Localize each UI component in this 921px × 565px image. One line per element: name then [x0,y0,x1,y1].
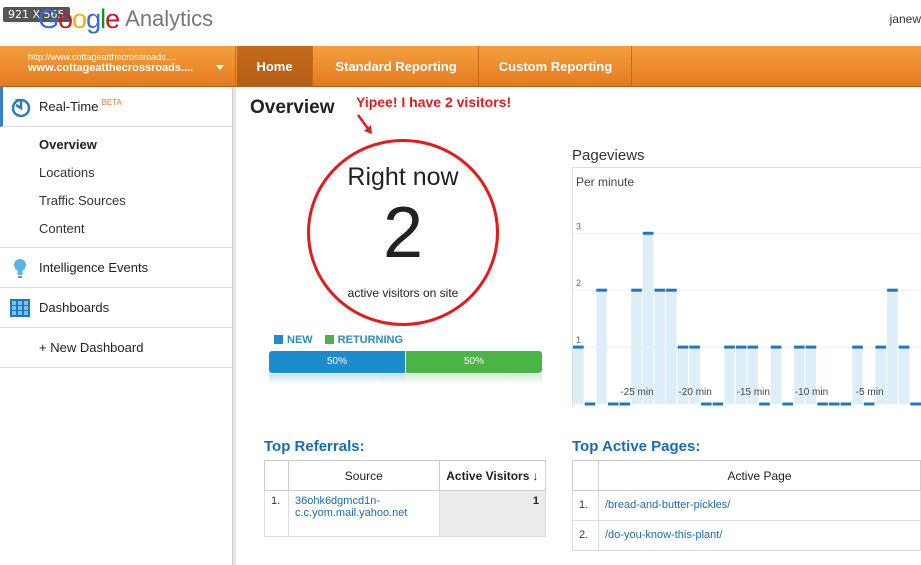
page-title: Overview [250,97,335,118]
google-analytics-logo[interactable]: Google Analytics [38,4,213,35]
x-tick-label: -10 min [795,387,828,398]
table-row: 2. /do-you-know-this-plant/ [572,520,921,551]
tab-home[interactable]: Home [237,46,313,87]
lightbulb-icon [14,259,26,278]
account-selector[interactable]: http://www.cottageatthecrossroads.... ww… [0,46,236,87]
user-account-name[interactable]: janew [890,12,921,26]
active-visitors-label: active visitors on site [347,286,459,300]
x-tick-label: -5 min [856,387,884,398]
table-header-active-page[interactable]: Active Page [598,460,921,491]
account-name: www.cottageatthecrossroads.... [28,62,194,74]
chevron-down-icon[interactable] [216,65,224,70]
pageview-bar[interactable] [596,290,607,404]
visitor-type-legend: NEW RETURNING [274,334,403,346]
referral-source-link[interactable]: 36ohk6dgmcd1n-c.c.yom.mail.yahoo.net [287,490,440,537]
new-visitors-segment: 50% [269,351,405,373]
pageview-bar[interactable] [654,290,666,404]
referral-visitors-value: 1 [438,490,547,537]
pageview-bar[interactable] [898,347,910,404]
main-nav-bar: http://www.cottageatthecrossroads.... ww… [0,46,921,87]
tab-standard-reporting[interactable]: Standard Reporting [314,46,479,87]
sidebar-item-traffic-sources[interactable]: Traffic Sources [0,187,232,215]
main-content: Overview Yipee! I have 2 visitors! Right… [238,87,921,565]
realtime-clock-icon [11,98,31,118]
sidebar-resize-handle[interactable] [233,87,236,565]
annotation-text: Yipee! I have 2 visitors! [356,94,512,110]
table-header-number [572,460,599,491]
top-active-pages-table: Active Page 1. /bread-and-butter-pickles… [572,460,921,551]
legend-new: NEW [274,334,313,346]
visitor-split-bar: 50% 50% [269,351,542,373]
pageview-bar[interactable] [573,347,584,404]
sidebar-item-label: Intelligence Events [39,260,149,275]
sidebar: Real-Time BETA Overview Locations Traffic… [0,87,236,565]
account-url: http://www.cottageatthecrossroads.... [28,52,176,62]
beta-badge: BETA [101,98,122,107]
y-tick-label: 2 [576,278,581,288]
table-row: 1. 36ohk6dgmcd1n-c.c.yom.mail.yahoo.net … [264,490,547,537]
x-tick-label: -20 min [678,387,711,398]
active-page-link[interactable]: /bread-and-butter-pickles/ [598,490,921,521]
returning-swatch-icon [324,335,334,344]
sidebar-item-dashboards[interactable]: Dashboards [0,288,232,328]
sort-down-arrow-icon: ↓ [532,468,539,483]
returning-visitors-segment: 50% [405,351,542,373]
top-referrals-title: Top Referrals: [264,438,365,455]
legend-returning: RETURNING [324,334,403,346]
y-tick-label: 3 [576,221,581,231]
dashboard-grid-icon [10,299,30,317]
x-tick-label: -25 min [620,387,653,398]
table-header-source[interactable]: Source [287,460,440,491]
sidebar-item-label: Dashboards [39,300,110,315]
table-header-number [264,460,289,491]
pageview-bar[interactable] [887,290,898,404]
sidebar-item-overview[interactable]: Overview [0,131,232,159]
right-now-label: Right now [347,163,459,191]
pageview-bar[interactable] [666,290,677,404]
pageviews-chart: Per minute 1 2 3 -25 min -20 min -15 min -10 m… [572,167,921,407]
pageviews-title: Pageviews [572,147,645,164]
active-page-link[interactable]: /do-you-know-this-plant/ [598,520,921,551]
active-visitors-count: 2 [382,193,424,273]
tab-custom-reporting[interactable]: Custom Reporting [480,46,632,87]
table-row: 1. /bread-and-butter-pickles/ [572,490,921,521]
y-tick-label: 1 [576,335,581,345]
annotation-arrow-icon [356,114,372,134]
sidebar-item-label: Real-Time [39,99,99,114]
top-active-pages-title: Top Active Pages: [572,438,701,455]
new-dashboard-link[interactable]: + New Dashboard [0,328,232,368]
top-header: 921 X 565 Google Analytics janew [0,0,921,46]
split-bar-reflection [269,374,542,384]
sidebar-item-locations[interactable]: Locations [0,159,232,187]
row-number: 1. [572,490,599,521]
top-referrals-table: Source Active Visitors ↓ 1. 36ohk6dgmcd1n… [264,460,547,537]
sidebar-item-intelligence-events[interactable]: Intelligence Events [0,248,232,288]
pageview-bar[interactable] [642,233,654,404]
pageview-bar[interactable] [724,347,735,404]
sidebar-item-realtime[interactable]: Real-Time BETA [0,87,232,127]
x-tick-label: -15 min [737,387,770,398]
sidebar-item-content[interactable]: Content [0,215,232,243]
row-number: 1. [264,490,289,537]
pageview-bar[interactable] [770,347,782,404]
pageviews-chart-svg: 1 2 3 -25 min -20 min -15 min -10 min -5 min [573,221,921,406]
table-header-active-visitors[interactable]: Active Visitors ↓ [438,460,547,491]
new-swatch-icon [274,335,283,344]
realtime-submenu: Overview Locations Traffic Sources Conte… [0,127,232,248]
row-number: 2. [572,520,599,551]
